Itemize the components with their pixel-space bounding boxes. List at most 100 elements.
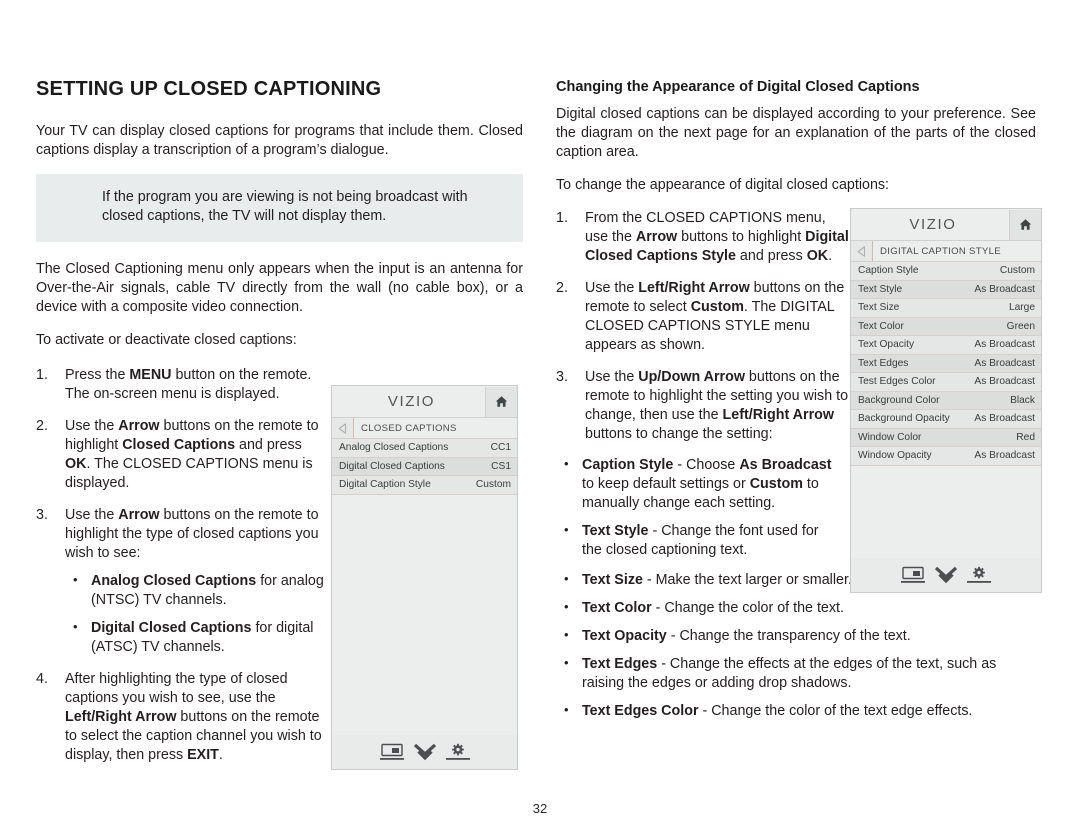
step-item: 1. Press the MENU button on the remote. T…	[36, 366, 330, 404]
plain-text: .	[218, 747, 223, 763]
gear-icon[interactable]	[967, 566, 991, 584]
tv-menu-row-label: Background Color	[858, 394, 940, 406]
tv-menu-row-label: Background Opacity	[858, 413, 950, 425]
emphasis-text: Left/Right Arrow	[722, 407, 834, 424]
tv-menu-row[interactable]: Background Opacity As Broadcast	[851, 410, 1041, 429]
emphasis-text: Custom	[749, 476, 803, 493]
tv-menu-row[interactable]: Test Edges Color As Broadcast	[851, 373, 1041, 392]
page-title: SETTING UP CLOSED CAPTIONING	[36, 78, 382, 100]
tv-menu-row-value: CS1	[491, 460, 511, 472]
chevron-double-down-icon[interactable]	[413, 743, 436, 761]
tv-menu-row-label: Digital Closed Captions	[339, 460, 445, 472]
step-item: 2. Use the Arrow buttons on the remote to…	[36, 417, 330, 493]
tv-menu-row-value: As Broadcast	[974, 283, 1035, 295]
step-item: 3. Use the Up/Down Arrow buttons on the r…	[556, 368, 850, 444]
tv-menu-row[interactable]: Text Edges As Broadcast	[851, 354, 1041, 373]
breadcrumb-label: CLOSED CAPTIONS	[361, 422, 457, 434]
tv-menu-row-label: Text Style	[858, 283, 903, 295]
tv-menu-row[interactable]: Text Color Green	[851, 317, 1041, 336]
tv-menu-digital-caption-style[interactable]: VIZIO DIGITAL CAPTION STYLE Caption Styl…	[850, 208, 1042, 593]
plain-text: Use the	[65, 507, 119, 523]
tv-menu-row[interactable]: Text Opacity As Broadcast	[851, 336, 1041, 355]
right-lead-in: To change the appearance of digital clos…	[556, 177, 890, 194]
tv-menu-header: VIZIO	[851, 209, 1041, 241]
tv-menu-row[interactable]: Text Style As Broadcast	[851, 280, 1041, 299]
tv-menu-row-value: As Broadcast	[974, 357, 1035, 369]
callout-text: If the program you are viewing is not be…	[102, 189, 468, 224]
bullet-icon: •	[73, 619, 78, 634]
picture-settings-icon[interactable]	[379, 743, 404, 761]
emphasis-text: Caption Style	[582, 457, 674, 474]
chevron-double-down-icon[interactable]	[935, 566, 957, 584]
tv-menu-row[interactable]: Background Color Black	[851, 391, 1041, 410]
tv-menu-footer	[851, 558, 1041, 592]
step-number: 2.	[556, 280, 568, 297]
tv-menu-row-value: Large	[1008, 302, 1035, 314]
emphasis-text: MENU	[129, 367, 172, 383]
left-note-paragraph: The Closed Captioning menu only appears …	[36, 261, 523, 315]
back-arrow-icon[interactable]	[851, 241, 873, 261]
emphasis-text: Text Style	[582, 523, 649, 540]
plain-text: and press	[235, 437, 302, 453]
tv-menu-row[interactable]: Digital Closed Captions CS1	[332, 457, 517, 476]
vizio-logo: VIZIO	[909, 216, 957, 233]
list-item: • Text Edges Color - Change the color of …	[556, 702, 1042, 721]
step-item: 1. From the CLOSED CAPTIONS menu, use the…	[556, 209, 850, 266]
page-number: 32	[532, 801, 548, 816]
emphasis-text: Text Edges Color	[582, 703, 699, 720]
emphasis-text: Text Color	[582, 600, 652, 617]
plain-text: - Make the text larger or smaller.	[642, 572, 852, 589]
right-subtitle: Changing the Appearance of Digital Close…	[556, 79, 920, 95]
plain-text: - Change the color of the text.	[651, 600, 844, 617]
plain-text: Use the	[585, 280, 639, 297]
tv-menu-row[interactable]: Analog Closed Captions CC1	[332, 439, 517, 458]
tv-menu-row-value: Custom	[999, 265, 1035, 277]
tv-menu-row-value: Green	[1006, 320, 1035, 332]
tv-menu-row-value: CC1	[490, 442, 511, 454]
bullet-icon: •	[564, 571, 569, 587]
emphasis-text: Arrow	[118, 418, 160, 434]
list-item: • Caption Style - Choose As Broadcast to …	[556, 456, 832, 513]
tv-menu-row-label: Text Edges	[858, 357, 909, 369]
tv-menu-breadcrumb: DIGITAL CAPTION STYLE	[851, 241, 1041, 262]
right-bullets-wide: • Text Size - Make the text larger or sma…	[556, 571, 1036, 721]
step-number: 4.	[36, 671, 48, 687]
tv-menu-row-value: Black	[1010, 394, 1035, 406]
tv-menu-closed-captions[interactable]: VIZIO CLOSED CAPTIONS Analog Closed Capt…	[331, 385, 518, 770]
list-item: • Text Opacity - Change the transparency …	[556, 627, 1042, 646]
tv-menu-row[interactable]: Digital Caption Style Custom	[332, 476, 517, 495]
tv-menu-row-value: As Broadcast	[974, 413, 1035, 425]
bullet-icon: •	[564, 599, 569, 615]
list-item: • Text Color - Change the color of the te…	[556, 599, 1042, 618]
tv-menu-row[interactable]: Window Color Red	[851, 428, 1041, 447]
list-item: • Analog Closed Captions for analog (NTSC…	[65, 572, 341, 610]
home-icon[interactable]	[485, 386, 517, 417]
plain-text: - Change the color of the text edge effe…	[698, 703, 973, 720]
back-arrow-icon[interactable]	[332, 418, 354, 438]
step-number: 1.	[556, 210, 568, 227]
home-icon[interactable]	[1009, 209, 1041, 240]
list-item: • Text Style - Change the font used for t…	[556, 522, 832, 560]
plain-text: buttons to change the setting:	[585, 426, 773, 443]
tv-menu-row-value: Custom	[475, 479, 511, 491]
tv-menu-header: VIZIO	[332, 386, 517, 418]
tv-menu-row[interactable]: Window Opacity As Broadcast	[851, 447, 1041, 466]
tv-menu-row-value: Red	[1016, 431, 1035, 443]
breadcrumb-label: DIGITAL CAPTION STYLE	[880, 245, 1001, 257]
emphasis-text: As Broadcast	[739, 457, 832, 474]
tv-menu-row[interactable]: Text Size Large	[851, 299, 1041, 318]
emphasis-text: Up/Down Arrow	[638, 369, 745, 386]
gear-icon[interactable]	[445, 743, 470, 761]
tv-menu-row-label: Test Edges Color	[858, 376, 936, 388]
picture-settings-icon[interactable]	[901, 566, 925, 584]
tv-menu-row[interactable]: Caption Style Custom	[851, 262, 1041, 281]
emphasis-text: Text Opacity	[582, 628, 667, 645]
emphasis-text: Analog Closed Captions	[91, 573, 257, 589]
list-item: • Text Edges - Change the effects at the …	[556, 655, 1042, 693]
tv-menu-row-label: Window Opacity	[858, 450, 932, 462]
step-number: 1.	[36, 367, 48, 383]
plain-text: .	[828, 248, 833, 265]
step-item: 3. Use the Arrow buttons on the remote to…	[36, 506, 330, 657]
tv-menu-rows: Analog Closed Captions CC1 Digital Closed …	[332, 439, 517, 495]
tv-menu-row-label: Text Size	[858, 302, 900, 314]
